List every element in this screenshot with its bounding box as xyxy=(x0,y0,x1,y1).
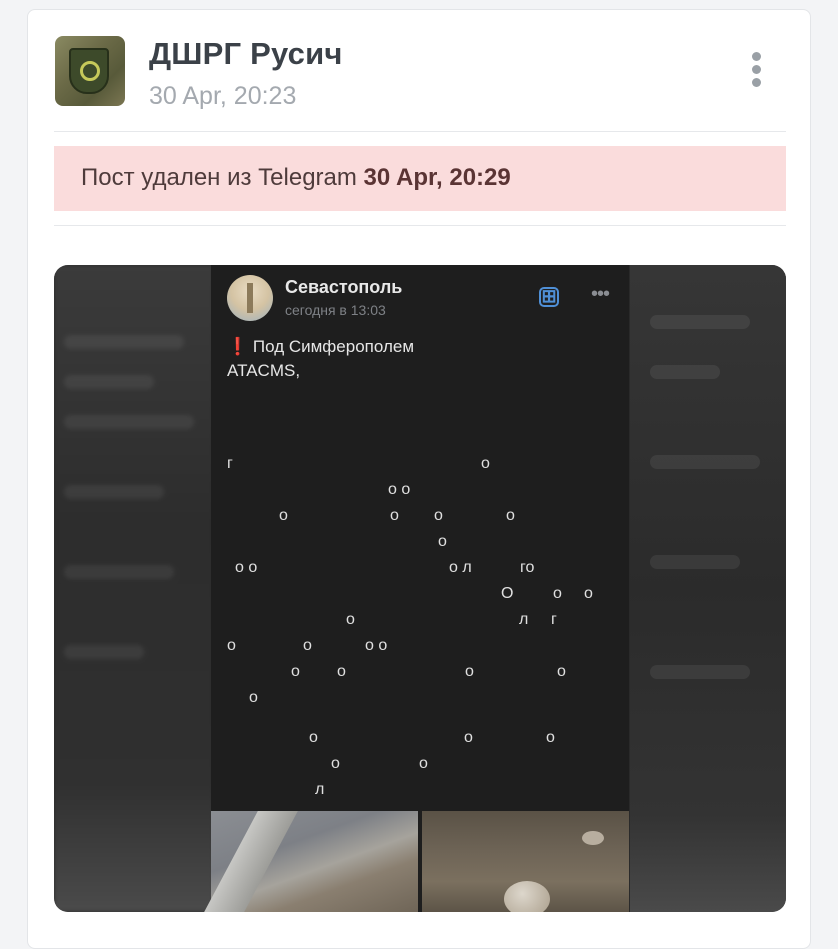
text-fragment: о xyxy=(249,689,258,706)
post-card: ДШРГ Русич 30 Apr, 20:23 Пост удален из … xyxy=(27,9,811,949)
text-fragment: О xyxy=(501,585,514,602)
text-fragment: г xyxy=(551,611,557,628)
text-fragment: о xyxy=(584,585,593,602)
post-image[interactable]: Севастополь сегодня в 13:03 ⊞ ••• ❗ Под … xyxy=(54,265,786,912)
text-fragment: о xyxy=(227,637,236,654)
text-fragment: го xyxy=(520,559,535,576)
attached-photo-ground[interactable] xyxy=(422,811,629,912)
banner-divider xyxy=(54,225,786,226)
community-post-time: сегодня в 13:03 xyxy=(285,302,386,318)
text-fragment: о xyxy=(390,507,399,524)
text-fragment: о xyxy=(434,507,443,524)
more-horizontal-icon: ••• xyxy=(591,283,610,305)
text-fragment: о о xyxy=(235,559,258,576)
post-timestamp: 30 Apr, 20:23 xyxy=(149,82,297,110)
text-fragment: о л xyxy=(449,559,472,576)
more-vertical-icon[interactable] xyxy=(744,50,770,90)
community-name: Севастополь xyxy=(285,277,403,297)
author-name[interactable]: ДШРГ Русич xyxy=(149,36,343,72)
text-fragment: о xyxy=(553,585,562,602)
text-fragment: о xyxy=(465,663,474,680)
deleted-notice-time: 30 Apr, 20:29 xyxy=(363,164,511,191)
image-blur-left xyxy=(54,265,214,912)
add-square-icon: ⊞ xyxy=(539,287,559,307)
attached-photo-curb[interactable] xyxy=(204,811,418,912)
patch-emblem-icon xyxy=(69,48,109,94)
exclamation-icon: ❗ xyxy=(227,337,249,356)
text-fragment: о xyxy=(419,755,428,772)
text-fragment: о xyxy=(464,729,473,746)
text-fragment: о xyxy=(309,729,318,746)
text-fragment: о xyxy=(481,455,490,472)
text-fragment: о xyxy=(279,507,288,524)
screenshot-phone: Севастополь сегодня в 13:03 ⊞ ••• ❗ Под … xyxy=(204,265,629,912)
embedded-post-text: ❗ Под Симферополем ATACMS, xyxy=(227,335,414,383)
text-fragment: л xyxy=(315,781,325,798)
text-fragment: о xyxy=(331,755,340,772)
embedded-line-2: ATACMS, xyxy=(227,361,301,380)
text-fragment: о xyxy=(438,533,447,550)
deleted-notice-banner: Пост удален из Telegram 30 Apr, 20:29 xyxy=(54,146,786,211)
image-blur-right xyxy=(630,265,786,912)
text-fragment: о xyxy=(546,729,555,746)
text-fragment: о xyxy=(557,663,566,680)
text-fragment: о о xyxy=(365,637,388,654)
author-avatar[interactable] xyxy=(55,36,125,106)
text-fragment: о xyxy=(337,663,346,680)
text-fragment: о xyxy=(291,663,300,680)
text-fragment: о xyxy=(346,611,355,628)
text-fragment: л xyxy=(519,611,529,628)
text-fragment: о xyxy=(506,507,515,524)
embedded-line-1: Под Симферополем xyxy=(252,337,415,356)
text-fragment: о о xyxy=(388,481,411,498)
community-avatar xyxy=(227,275,273,321)
text-fragment: о xyxy=(303,637,312,654)
header-divider xyxy=(54,131,786,132)
deleted-notice-text: Пост удален из Telegram xyxy=(81,164,357,191)
text-fragment: г xyxy=(227,455,233,472)
